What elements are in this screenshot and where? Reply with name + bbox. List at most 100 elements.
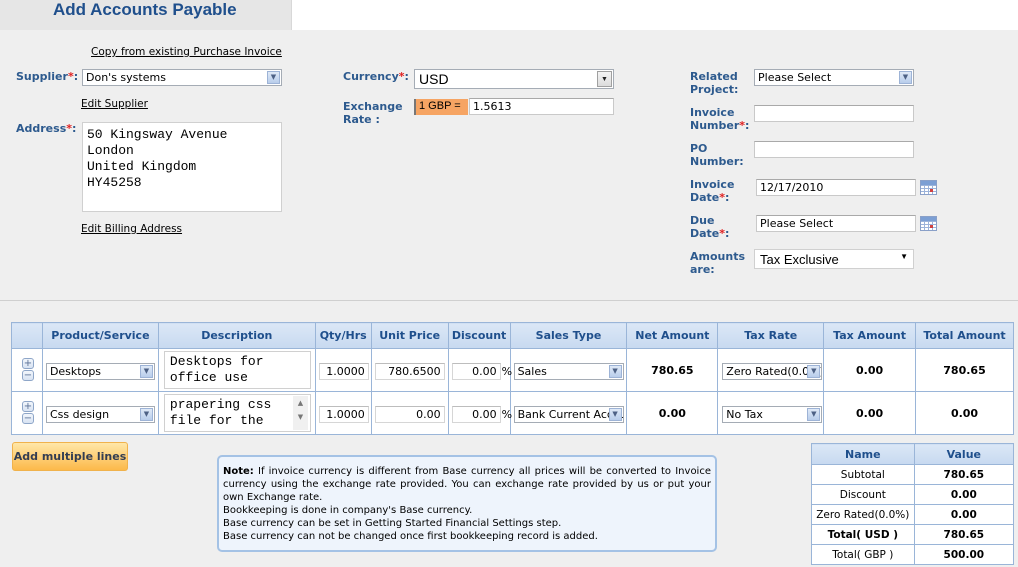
label-line: Amounts: [690, 250, 745, 263]
label-line: Invoice: [690, 178, 735, 191]
table-header-row: Product/Service Description Qty/Hrs Unit…: [11, 322, 1014, 349]
qty-cell: 1.0000: [314, 348, 372, 392]
qty-input[interactable]: 1.0000: [318, 406, 369, 423]
tax-amount: 0.00: [823, 348, 917, 392]
add-multiple-lines-button[interactable]: Add multiple lines: [12, 442, 128, 471]
calendar-icon[interactable]: [920, 180, 937, 195]
edit-billing-address-link[interactable]: Edit Billing Address: [81, 223, 182, 235]
currency-value: USD: [419, 71, 449, 87]
product-cell: Css design ▼: [41, 391, 159, 435]
exchange-rate-label: Exchange Rate :: [343, 100, 403, 126]
column-header: Unit Price: [370, 322, 449, 349]
note-paragraph: Note: If invoice currency is different f…: [223, 465, 711, 504]
label-line: Exchange: [343, 100, 403, 113]
currency-select[interactable]: USD ▼: [414, 69, 614, 89]
sales-type-select[interactable]: Bank Current Account▼: [513, 406, 624, 423]
note-text: If invoice currency is different from Ba…: [223, 466, 711, 503]
discount-cell: 0.00%: [447, 348, 512, 392]
chevron-down-icon[interactable]: ▼: [899, 71, 912, 84]
label-line: Project:: [690, 83, 739, 96]
column-header: Sales Type: [509, 322, 628, 349]
product-select[interactable]: Desktops ▼: [45, 363, 155, 380]
colon: :: [725, 191, 730, 204]
label-line: Date: [690, 191, 720, 204]
tax-rate-select[interactable]: No Tax ▼: [722, 406, 823, 423]
description-textarea[interactable]: prapering css file for the: [163, 394, 311, 432]
due-date-label: Due Date*:: [690, 214, 729, 240]
chevron-down-icon[interactable]: ▼: [267, 71, 280, 84]
column-header: Qty/Hrs: [314, 322, 372, 349]
exchange-rate-prefix: 1 GBP =: [414, 99, 468, 115]
note-line: Base currency can be set in Getting Star…: [223, 518, 562, 529]
due-date-input[interactable]: Please Select: [756, 215, 916, 232]
discount-input[interactable]: 0.00: [451, 363, 501, 380]
related-project-select[interactable]: Please Select ▼: [754, 69, 914, 86]
column-header: Net Amount: [626, 322, 719, 349]
currency-label-text: Currency: [343, 70, 399, 83]
exchange-rate-input[interactable]: 1.5613: [469, 98, 614, 115]
chevron-down-icon[interactable]: ▼: [608, 365, 622, 378]
sales-type-select[interactable]: Sales ▼: [513, 363, 624, 380]
section-divider: [0, 300, 1018, 301]
qty-input[interactable]: 1.0000: [318, 363, 369, 380]
note-line: Base currency can not be changed once fi…: [223, 531, 598, 542]
invoice-lines-table: Product/Service Description Qty/Hrs Unit…: [11, 322, 1014, 435]
unit-price-input[interactable]: 780.6500: [374, 363, 445, 380]
column-header: Discount: [447, 322, 511, 349]
chevron-down-icon[interactable]: ▼: [807, 408, 821, 421]
total-amount: 0.00: [915, 391, 1014, 435]
unit-price-cell: 780.6500: [370, 348, 449, 392]
column-header: Product/Service: [41, 322, 159, 349]
calendar-icon[interactable]: [920, 216, 937, 231]
label-line: Related: [690, 70, 738, 83]
supplier-select[interactable]: Don's systems ▼: [82, 69, 282, 86]
chevron-down-icon[interactable]: ▼: [807, 365, 821, 378]
chevron-down-icon[interactable]: ▼: [608, 408, 622, 421]
summary-header-row: Name Value: [811, 443, 1015, 465]
currency-note: Note: If invoice currency is different f…: [217, 455, 717, 552]
address-label-text: Address: [16, 122, 67, 135]
remove-line-icon[interactable]: −: [22, 370, 34, 381]
product-value: Desktops: [49, 365, 102, 378]
column-header: Name: [811, 443, 915, 465]
chevron-down-icon[interactable]: ▼: [139, 365, 153, 378]
table-row: + − Desktops ▼ Desktops for office use 1.…: [11, 348, 1014, 392]
copy-from-invoice-link[interactable]: Copy from existing Purchase Invoice: [91, 46, 282, 58]
chevron-down-icon[interactable]: ▼: [597, 71, 612, 87]
discount-input[interactable]: 0.00: [451, 406, 501, 423]
caret-down-icon[interactable]: ▼: [900, 252, 908, 261]
label-line: Number: [690, 119, 740, 132]
address-textarea[interactable]: 50 Kingsway Avenue London United Kingdom…: [82, 122, 282, 212]
net-amount: 780.65: [626, 348, 719, 392]
invoice-number-input[interactable]: [754, 105, 914, 122]
chevron-down-icon[interactable]: ▼: [139, 408, 153, 421]
unit-price-input[interactable]: 0.00: [374, 406, 445, 423]
row-controls: + −: [11, 391, 43, 435]
add-line-icon[interactable]: +: [22, 358, 34, 369]
summary-value: 780.65: [913, 524, 1015, 545]
product-select[interactable]: Css design ▼: [45, 406, 155, 423]
amounts-are-select[interactable]: Tax Exclusive ▼: [754, 249, 914, 269]
tax-rate-select[interactable]: Zero Rated(0.0%) ▼: [722, 363, 823, 380]
colon: :: [745, 119, 750, 132]
amounts-are-value: Tax Exclusive: [760, 252, 839, 267]
textarea-scrollbar[interactable]: ▲ ▼: [292, 396, 308, 430]
invoice-date-input[interactable]: 12/17/2010: [756, 179, 916, 196]
po-number-input[interactable]: [754, 141, 914, 158]
amounts-are-label: Amounts are:: [690, 250, 745, 276]
column-header: Description: [157, 322, 316, 349]
column-header: Tax Amount: [823, 322, 917, 349]
description-textarea[interactable]: Desktops for office use: [163, 351, 311, 389]
summary-name: Discount: [811, 484, 915, 505]
sales-type-value: Sales: [517, 365, 547, 378]
summary-row: Zero Rated(0.0%) 0.00: [811, 504, 1015, 525]
remove-line-icon[interactable]: −: [22, 413, 34, 424]
edit-supplier-link[interactable]: Edit Supplier: [81, 98, 148, 110]
sales-type-cell: Sales ▼: [509, 348, 628, 392]
add-line-icon[interactable]: +: [22, 401, 34, 412]
sales-type-cell: Bank Current Account▼: [509, 391, 628, 435]
summary-row: Total( USD ) 780.65: [811, 524, 1015, 545]
summary-value: 500.00: [913, 544, 1015, 565]
summary-value: 0.00: [913, 504, 1015, 525]
label-line: PO: [690, 142, 708, 155]
